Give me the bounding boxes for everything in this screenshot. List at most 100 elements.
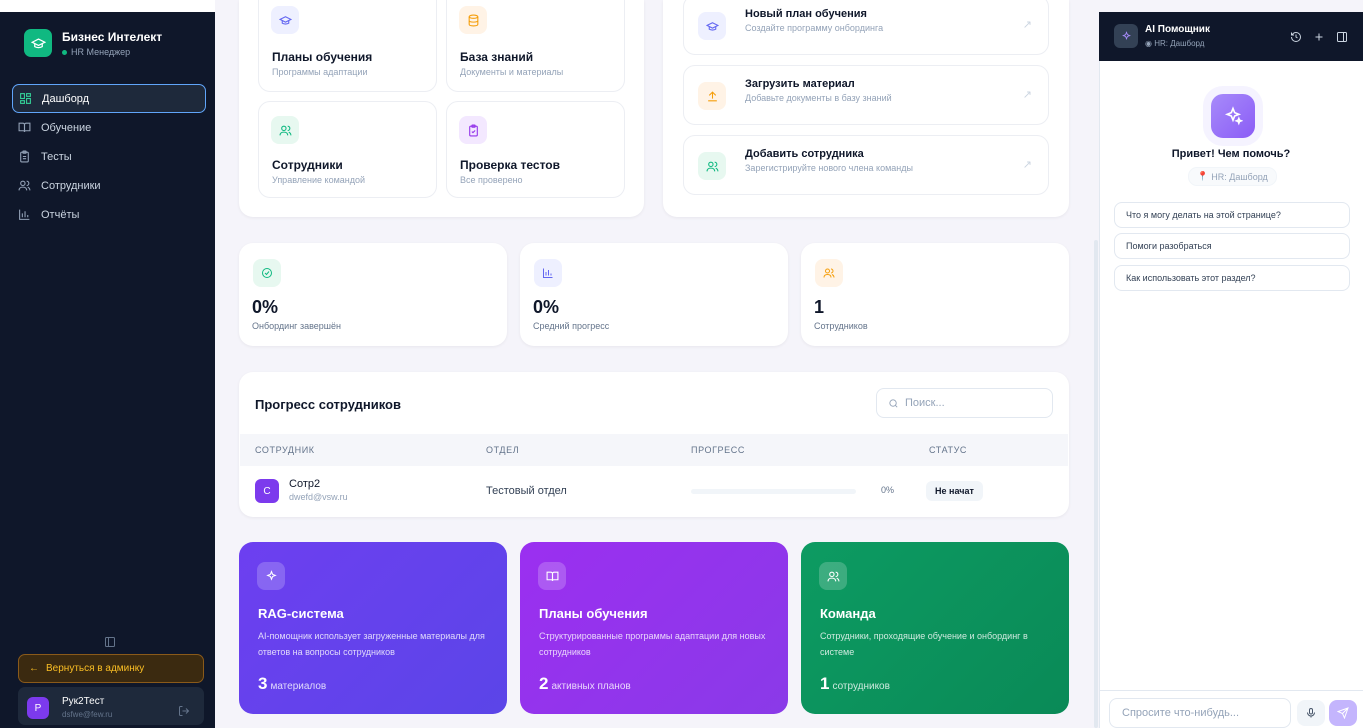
quick-card-test-review[interactable]: Проверка тестов Все проверено: [446, 101, 625, 198]
bar-chart-icon: [534, 259, 562, 287]
action-subtitle: Зарегистрируйте нового члена команды: [745, 163, 913, 173]
status-dot-icon: [62, 49, 67, 55]
action-subtitle: Добавьте документы в базу знаний: [745, 93, 892, 103]
feature-unit: материалов: [270, 681, 327, 692]
panel-collapse-icon[interactable]: [1336, 30, 1348, 48]
plus-icon[interactable]: [1313, 30, 1325, 48]
user-name: Рук2Тест: [62, 696, 105, 707]
quick-card-title: Планы обучения: [272, 50, 373, 64]
clipboard-check-icon: [459, 116, 487, 144]
graduation-cap-logo-icon: [24, 29, 52, 57]
action-title: Загрузить материал: [745, 78, 855, 90]
employee-email: dwefd@vsw.ru: [289, 492, 348, 502]
user-email: dsfwe@few.ru: [62, 710, 113, 719]
progress-percent: 0%: [881, 485, 895, 495]
back-to-admin-button[interactable]: ← Вернуться в админку: [18, 654, 204, 683]
sidebar-item-label: Отчёты: [41, 208, 80, 221]
users-icon: [18, 180, 31, 191]
employee-department: Тестовый отдел: [486, 485, 567, 497]
search-icon: [889, 398, 898, 407]
database-icon: [459, 6, 487, 34]
suggestion-chip[interactable]: Помоги разобраться: [1114, 233, 1350, 259]
book-icon: [18, 122, 31, 132]
graduation-cap-icon: [271, 6, 299, 34]
employee-name: Сотр2: [289, 478, 321, 490]
brand-title: Бизнес Интелект: [62, 30, 163, 44]
sidebar-item-label: Сотрудники: [41, 179, 101, 192]
feature-description: Структурированные программы адаптации дл…: [539, 631, 766, 657]
quick-card-employees[interactable]: Сотрудники Управление командой: [258, 101, 437, 198]
pin-icon: ◉: [1145, 39, 1155, 48]
avatar: Р: [27, 697, 49, 719]
sidebar-item-employees[interactable]: Сотрудники: [12, 171, 206, 200]
action-upload-material[interactable]: Загрузить материал Добавьте документы в …: [683, 65, 1049, 125]
send-button[interactable]: [1329, 700, 1357, 726]
sparkles-icon: [1114, 24, 1138, 48]
stat-employee-count: 1 Сотрудников: [801, 243, 1069, 346]
arrow-up-right-icon: ↗: [1022, 89, 1032, 101]
action-add-employee[interactable]: Добавить сотрудника Зарегистрируйте ново…: [683, 135, 1049, 195]
user-role: HR Менеджер: [62, 47, 130, 57]
pin-icon: 📍: [1197, 171, 1209, 181]
feature-title: Команда: [820, 606, 876, 621]
stat-label: Сотрудников: [814, 321, 868, 331]
assistant-greeting: Привет! Чем помочь?: [1171, 148, 1291, 160]
sidebar-item-reports[interactable]: Отчёты: [12, 200, 206, 229]
quick-card-plans[interactable]: Планы обучения Программы адаптации: [258, 0, 437, 92]
search-input[interactable]: Поиск...: [876, 388, 1053, 418]
microphone-button[interactable]: [1297, 700, 1325, 726]
quick-card-knowledge[interactable]: База знаний Документы и материалы: [446, 0, 625, 92]
users-icon: [819, 562, 847, 590]
stat-label: Средний прогресс: [533, 321, 610, 331]
main-scrollbar[interactable]: [1094, 240, 1098, 728]
grid-icon: [20, 93, 31, 104]
action-title: Добавить сотрудника: [745, 148, 864, 160]
stat-value: 1: [814, 297, 825, 317]
suggestion-chip[interactable]: Как использовать этот раздел?: [1114, 265, 1350, 291]
column-header-department: ОТДЕЛ: [486, 445, 520, 455]
sidebar-collapse-icon[interactable]: [104, 635, 116, 653]
sidebar-item-learning[interactable]: Обучение: [12, 113, 206, 142]
users-icon: [698, 152, 726, 180]
sidebar-item-label: Тесты: [41, 150, 72, 163]
search-placeholder: Поиск...: [905, 397, 945, 409]
feature-card-rag: RAG-система AI-помощник использует загру…: [239, 542, 507, 714]
sidebar-item-tests[interactable]: Тесты: [12, 142, 206, 171]
quick-card-title: Проверка тестов: [460, 158, 561, 172]
book-icon: [538, 562, 566, 590]
feature-card-plans: Планы обучения Структурированные програм…: [520, 542, 788, 714]
chat-input[interactable]: Спросите что-нибудь...: [1109, 698, 1291, 728]
divider: [1099, 690, 1363, 691]
assistant-sparkles-icon: [1211, 94, 1255, 138]
arrow-up-right-icon: ↗: [1022, 19, 1032, 31]
stat-label: Онбординг завершён: [252, 321, 341, 331]
quick-card-subtitle: Управление командой: [272, 175, 366, 185]
action-title: Новый план обучения: [745, 8, 867, 20]
column-header-progress: ПРОГРЕСС: [691, 445, 745, 455]
clipboard-icon: [20, 150, 29, 163]
sidebar-item-dashboard[interactable]: Дашборд: [12, 84, 206, 113]
suggestion-chip[interactable]: Что я могу делать на этой странице?: [1114, 202, 1350, 228]
action-new-plan[interactable]: Новый план обучения Создайте программу о…: [683, 0, 1049, 55]
column-header-status: СТАТУС: [929, 445, 968, 455]
quick-card-title: Сотрудники: [272, 158, 343, 172]
microphone-icon: [1307, 708, 1315, 718]
progress-bar: [691, 489, 856, 494]
column-header-employee: СОТРУДНИК: [255, 445, 315, 455]
role-label: HR Менеджер: [71, 47, 131, 57]
assistant-context: ◉ HR: Дашборд: [1145, 39, 1204, 48]
stat-value: 0%: [533, 297, 560, 317]
history-icon[interactable]: [1290, 30, 1302, 48]
feature-unit: сотрудников: [832, 681, 890, 692]
check-circle-icon: [253, 259, 281, 287]
stat-value: 0%: [252, 297, 279, 317]
feature-description: Сотрудники, проходящие обучение и онборд…: [820, 631, 1028, 657]
sparkles-icon: [257, 562, 285, 590]
users-icon: [271, 116, 299, 144]
assistant-context-label: HR: Дашборд: [1154, 39, 1205, 48]
users-icon: [815, 259, 843, 287]
quick-card-title: База знаний: [460, 50, 534, 64]
upload-icon: [698, 82, 726, 110]
logout-icon[interactable]: [178, 704, 190, 722]
employee-avatar: С: [255, 479, 279, 503]
